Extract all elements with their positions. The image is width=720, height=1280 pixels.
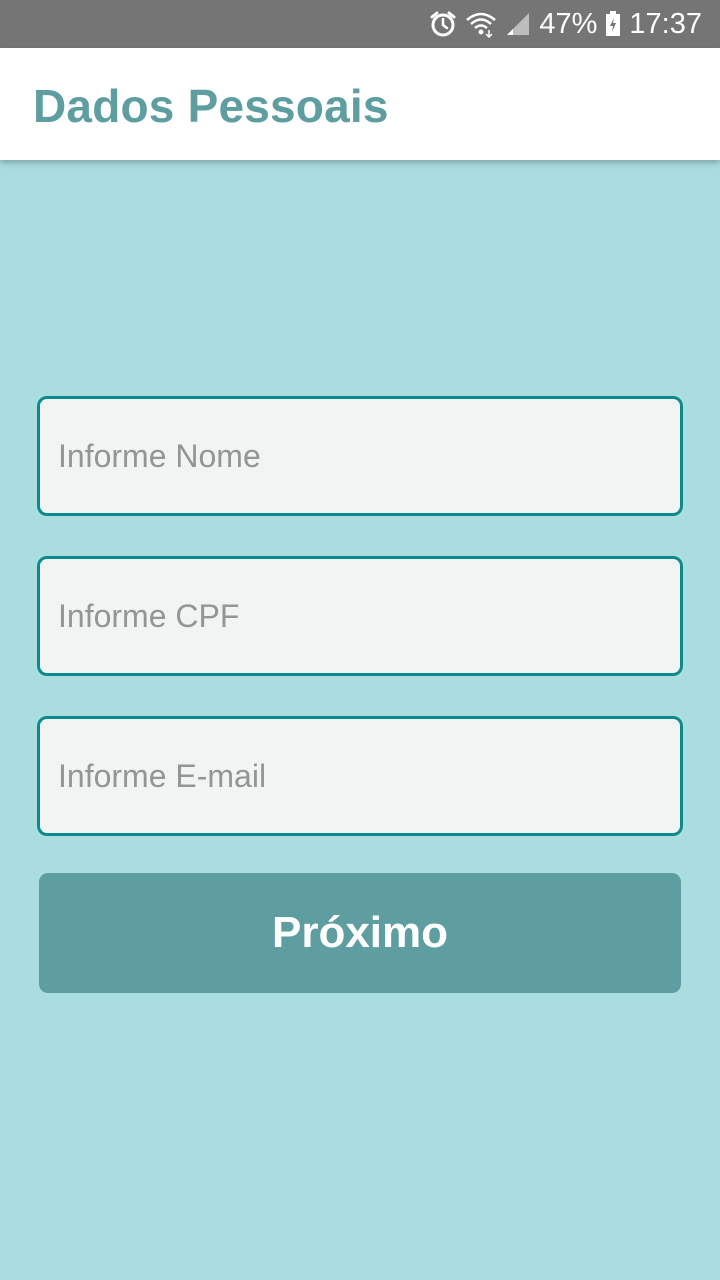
battery-icon xyxy=(605,11,621,37)
status-bar: 47% 17:37 xyxy=(0,0,720,48)
name-field[interactable] xyxy=(37,396,683,516)
wifi-icon xyxy=(465,10,497,38)
app-bar: Dados Pessoais xyxy=(0,48,720,160)
status-time: 17:37 xyxy=(629,7,702,40)
page-title: Dados Pessoais xyxy=(33,80,389,132)
personal-data-form: Próximo xyxy=(0,160,720,1280)
email-field[interactable] xyxy=(37,716,683,836)
status-icons: 47% 17:37 xyxy=(429,0,702,48)
next-button[interactable]: Próximo xyxy=(39,873,681,993)
battery-percentage: 47% xyxy=(539,7,598,40)
signal-icon xyxy=(505,11,531,37)
alarm-icon xyxy=(429,10,457,38)
cpf-field[interactable] xyxy=(37,556,683,676)
